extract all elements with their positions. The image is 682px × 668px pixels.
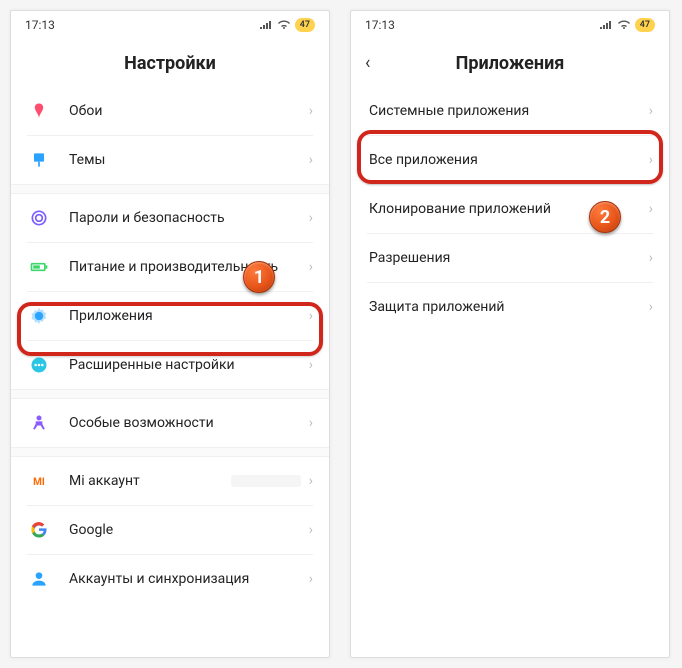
more-icon <box>27 353 51 377</box>
row-label: Google <box>69 522 309 538</box>
chevron-right-icon: › <box>309 210 313 226</box>
row-label: Темы <box>69 152 309 168</box>
battery-indicator: 47 <box>295 18 315 32</box>
settings-list: Обои › Темы › Пароли и безопасность › Пи… <box>11 87 329 657</box>
row-app-protection[interactable]: Защита приложений › <box>351 283 669 331</box>
wallpaper-icon <box>27 99 51 123</box>
chevron-right-icon: › <box>649 250 653 266</box>
battery-icon <box>27 255 51 279</box>
google-icon <box>27 518 51 542</box>
row-clone-apps[interactable]: Клонирование приложений › <box>351 185 669 233</box>
row-label: Приложения <box>69 308 309 324</box>
row-battery[interactable]: Питание и производительность › <box>11 243 329 291</box>
fingerprint-icon <box>27 206 51 230</box>
chevron-right-icon: › <box>649 152 653 168</box>
chevron-right-icon: › <box>309 415 313 431</box>
status-bar: 17:13 47 <box>351 11 669 39</box>
status-icons: 47 <box>599 18 655 32</box>
row-permissions[interactable]: Разрешения › <box>351 234 669 282</box>
row-label: Расширенные настройки <box>69 357 309 373</box>
chevron-right-icon: › <box>309 473 313 489</box>
chevron-right-icon: › <box>309 357 313 373</box>
badge-2: 2 <box>589 201 621 233</box>
chevron-right-icon: › <box>309 103 313 119</box>
row-accessibility[interactable]: Особые возможности › <box>11 399 329 447</box>
screen-apps: 17:13 47 ‹ Приложения Системные приложен… <box>350 10 670 658</box>
signal-icon <box>599 20 613 30</box>
status-time: 17:13 <box>25 18 55 32</box>
status-time: 17:13 <box>365 18 395 32</box>
row-label: Все приложения <box>369 152 649 168</box>
signal-icon <box>259 20 273 30</box>
status-icons: 47 <box>259 18 315 32</box>
screen-settings: 17:13 47 Настройки Обои › Темы › <box>10 10 330 658</box>
row-accounts-sync[interactable]: Аккаунты и синхронизация › <box>11 555 329 603</box>
row-label: Аккаунты и синхронизация <box>69 571 309 587</box>
gear-icon <box>27 304 51 328</box>
chevron-right-icon: › <box>309 308 313 324</box>
header: ‹ Приложения <box>351 39 669 87</box>
person-icon <box>27 567 51 591</box>
row-themes[interactable]: Темы › <box>11 136 329 184</box>
row-label: Разрешения <box>369 250 649 266</box>
accessibility-icon <box>27 411 51 435</box>
back-button[interactable]: ‹ <box>365 53 370 74</box>
mi-logo-icon: MI <box>27 469 51 493</box>
badge-1: 1 <box>243 261 275 293</box>
row-wallpaper[interactable]: Обои › <box>11 87 329 135</box>
row-advanced[interactable]: Расширенные настройки › <box>11 341 329 389</box>
row-label: Особые возможности <box>69 415 309 431</box>
apps-list: Системные приложения › Все приложения › … <box>351 87 669 657</box>
row-label: Защита приложений <box>369 299 649 315</box>
chevron-right-icon: › <box>309 571 313 587</box>
row-google[interactable]: Google › <box>11 506 329 554</box>
chevron-right-icon: › <box>309 522 313 538</box>
row-label: Пароли и безопасность <box>69 210 309 226</box>
header: Настройки <box>11 39 329 87</box>
mi-account-value <box>231 475 301 487</box>
chevron-right-icon: › <box>309 259 313 275</box>
row-mi-account[interactable]: MI Mi аккаунт › <box>11 457 329 505</box>
row-system-apps[interactable]: Системные приложения › <box>351 87 669 135</box>
status-bar: 17:13 47 <box>11 11 329 39</box>
row-label: Системные приложения <box>369 103 649 119</box>
chevron-right-icon: › <box>649 299 653 315</box>
chevron-right-icon: › <box>649 201 653 217</box>
battery-indicator: 47 <box>635 18 655 32</box>
themes-icon <box>27 148 51 172</box>
row-security[interactable]: Пароли и безопасность › <box>11 194 329 242</box>
row-apps[interactable]: Приложения › <box>11 292 329 340</box>
page-title: Настройки <box>124 53 216 74</box>
row-all-apps[interactable]: Все приложения › <box>351 136 669 184</box>
page-title: Приложения <box>456 53 565 74</box>
wifi-icon <box>277 20 291 30</box>
row-label: Mi аккаунт <box>69 473 231 489</box>
wifi-icon <box>617 20 631 30</box>
row-label: Обои <box>69 103 309 119</box>
svg-text:MI: MI <box>33 477 45 488</box>
chevron-right-icon: › <box>649 103 653 119</box>
chevron-right-icon: › <box>309 152 313 168</box>
